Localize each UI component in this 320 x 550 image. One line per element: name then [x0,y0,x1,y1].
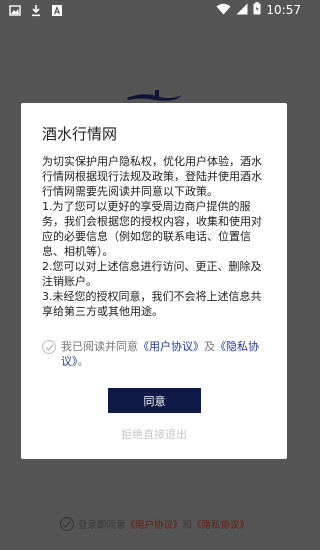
bottom-privacy-agreement-link[interactable]: 《隐私协议》 [192,517,249,531]
policy-item-2: 2.您可以对上述信息进行访问、更正、删除及 注销账户。 [42,260,262,288]
bottom-agreement-and: 和 [182,520,193,531]
agree-button[interactable]: 同意 [108,388,201,413]
image-icon [9,4,21,17]
consent-checkbox[interactable] [42,340,56,354]
bottom-login-agreement: 登录即同意 《用户协议》 和 《隐私协议》 [0,514,309,534]
consent-prefix: 我已阅读并同意 [61,340,138,353]
reject-exit-button[interactable]: 拒绝直接退出 [21,426,287,442]
consent-and: 及 [204,340,215,353]
policy-item-3: 3.未经您的授权同意，我们不会将上述信息共享给第三方或其他用途。 [42,290,262,318]
dialog-title: 酒水行情网 [42,125,118,143]
status-bar: 10:57 [0,0,309,22]
dialog-body: 为切实保护用户隐私权，优化用户体验，酒水行情网根据现行法规及政策，登陆并使用酒水… [42,154,272,319]
system-icons: 10:57 [216,2,301,18]
bottom-agreement-prefix: 登录即同意 [77,520,126,531]
wifi-icon [216,3,231,18]
signal-icon [236,3,248,18]
bottom-user-agreement-link[interactable]: 《用户协议》 [125,517,182,531]
user-agreement-link[interactable]: 《用户协议》 [138,340,204,353]
status-time: 10:57 [266,3,301,17]
consent-text: 我已阅读并同意《用户协议》及《隐私协议》。 [61,339,272,369]
policy-intro: 为切实保护用户隐私权，优化用户体验，酒水行情网根据现行法规及政策，登陆并使用酒水… [42,155,262,198]
notification-icons [9,4,63,17]
agreement-check-icon[interactable] [59,517,74,531]
consent-suffix: 。 [77,355,89,368]
consent-row: 我已阅读并同意《用户协议》及《隐私协议》。 [42,339,272,369]
text-a-icon [51,4,63,17]
battery-icon [253,2,261,18]
policy-item-1: 1.为了您可以更好的享受周边商户提供的服务，我们会根据您的授权内容，收集和使用对… [42,200,262,258]
download-icon [30,4,42,17]
privacy-dialog: 酒水行情网 为切实保护用户隐私权，优化用户体验，酒水行情网根据现行法规及政策，登… [21,103,287,459]
